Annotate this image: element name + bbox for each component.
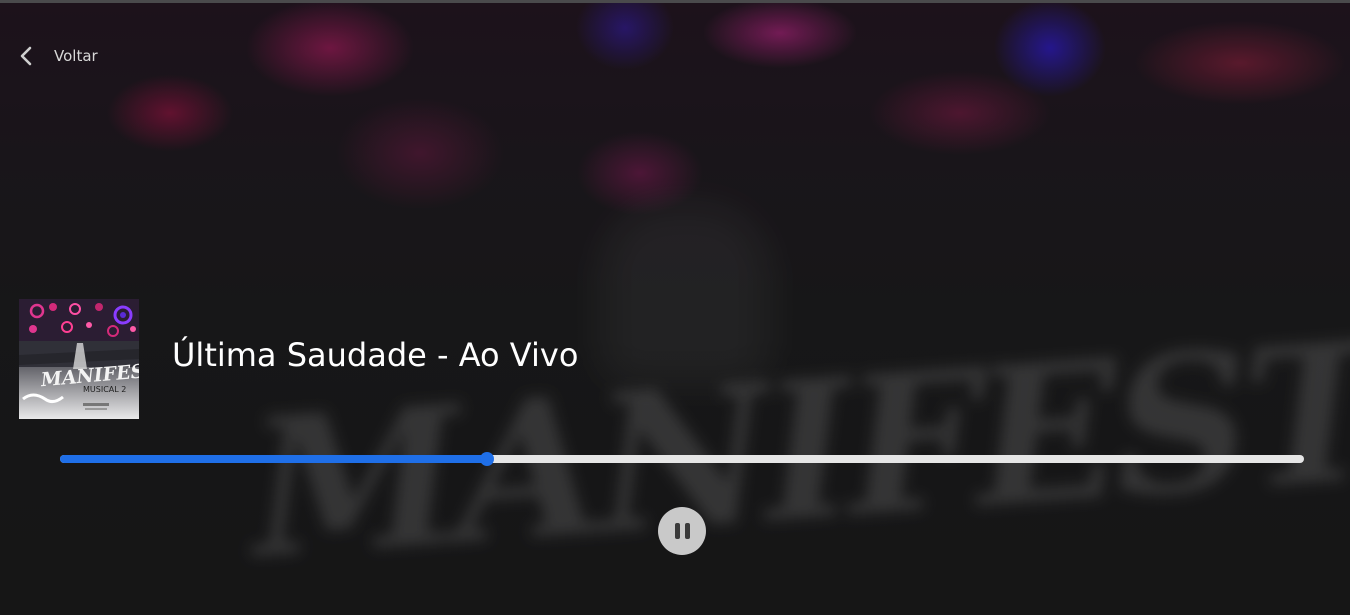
track-title: Última Saudade - Ao Vivo: [172, 336, 579, 374]
chevron-left-icon: [20, 46, 32, 66]
back-button[interactable]: Voltar: [16, 44, 98, 68]
progress-thumb[interactable]: [479, 452, 494, 466]
album-cover: MANIFESTO MUSICAL 2: [19, 299, 139, 419]
pause-icon-bar-right: [684, 523, 690, 539]
progress-fill: [60, 455, 487, 463]
pause-button[interactable]: [658, 507, 706, 555]
svg-text:MUSICAL 2: MUSICAL 2: [83, 385, 126, 394]
back-label: Voltar: [54, 47, 98, 65]
album-cover-art: MANIFESTO MUSICAL 2: [19, 299, 139, 419]
playback-progress-slider[interactable]: [60, 452, 1304, 466]
pause-icon: [672, 523, 692, 539]
pause-icon-bar-left: [674, 523, 680, 539]
